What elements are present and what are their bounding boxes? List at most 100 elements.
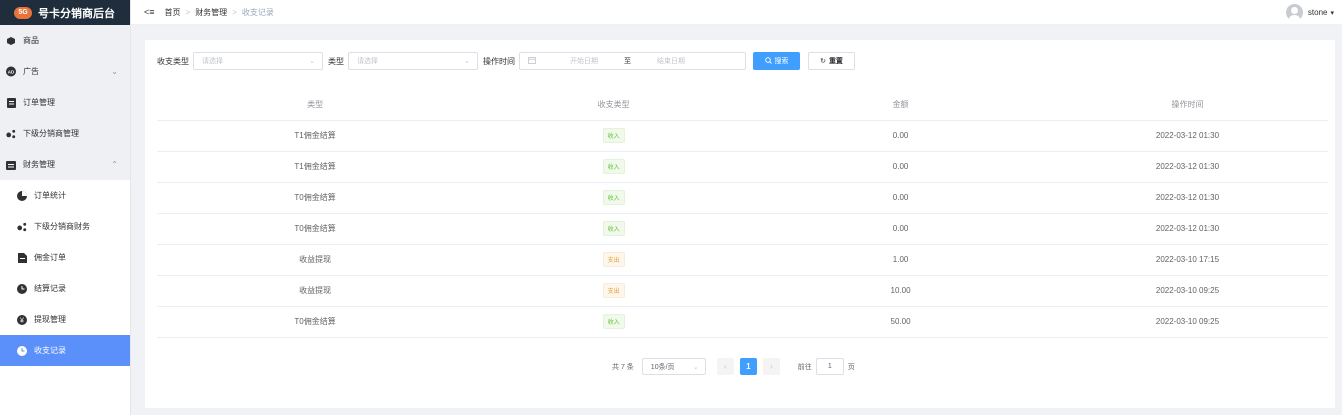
io-type-select[interactable]: 请选择 ⌄ bbox=[193, 52, 323, 70]
sidebar: 5G 号卡分销商后台 商品 AD 广告 ⌄ 订单管理 下级分销商管理 财务管理 … bbox=[0, 0, 131, 415]
cell-io-type: 支出 bbox=[473, 275, 755, 307]
end-date-input[interactable]: 结束日期 bbox=[641, 56, 701, 66]
io-type-tag: 收入 bbox=[602, 221, 625, 236]
chevron-up-icon: ⌃ bbox=[111, 160, 118, 169]
chevron-down-icon: ⌄ bbox=[111, 67, 118, 76]
total-count: 共 7 条 bbox=[612, 363, 634, 371]
cell-io-type: 收入 bbox=[473, 213, 755, 245]
cell-amount: 0.00 bbox=[754, 213, 1047, 245]
calendar-icon bbox=[528, 56, 536, 66]
cell-type: T1佣金结算 bbox=[157, 151, 474, 183]
reset-button-label: 重置 bbox=[828, 58, 843, 65]
filter-bar: 收支类型 请选择 ⌄ 类型 请选择 ⌄ 操作时间 开始日期 至 结束日期 搜索 … bbox=[157, 52, 855, 70]
avatar[interactable] bbox=[1285, 4, 1303, 21]
next-page-button[interactable]: › bbox=[762, 358, 780, 375]
io-type-tag: 收入 bbox=[602, 190, 625, 205]
sidebar-item-order-stats[interactable]: 订单统计 bbox=[0, 180, 130, 211]
topbar: <≡ 首页 > 财务管理 > 收支记录 stone ▾ bbox=[131, 0, 1342, 25]
cell-io-type: 收入 bbox=[473, 120, 755, 152]
cell-type: 收益提现 bbox=[157, 244, 474, 276]
sidebar-item-label: 佣金订单 bbox=[34, 253, 66, 262]
finance-icon bbox=[6, 160, 16, 170]
records-table: 类型 收支类型 金额 操作时间 T1佣金结算 收入 0.00 2022-03-12 0… bbox=[157, 90, 1328, 338]
cell-type: 收益提现 bbox=[157, 275, 474, 307]
app-title: 号卡分销商后台 bbox=[38, 7, 115, 20]
header-type: 类型 bbox=[157, 90, 474, 121]
finance-submenu: 订单统计 下级分销商财务 佣金订单 结算记录 ¥ 提现管理 收支记录 bbox=[0, 180, 130, 366]
range-separator: 至 bbox=[624, 58, 631, 65]
content-card: 收支类型 请选择 ⌄ 类型 请选择 ⌄ 操作时间 开始日期 至 结束日期 搜索 … bbox=[145, 40, 1335, 408]
cell-time: 2022-03-10 09:25 bbox=[1046, 306, 1328, 338]
breadcrumb-finance[interactable]: 财务管理 bbox=[195, 7, 227, 18]
clock-icon bbox=[17, 283, 27, 294]
sidebar-item-finance[interactable]: 财务管理 ⌃ bbox=[0, 149, 130, 180]
menu: 商品 AD 广告 ⌄ 订单管理 下级分销商管理 财务管理 ⌃ bbox=[0, 25, 130, 180]
pagination: 共 7 条 10条/页 ⌄ ‹ 1 › 前往 1 页 bbox=[612, 358, 855, 375]
breadcrumb-current: 收支记录 bbox=[241, 7, 274, 17]
ad-icon: AD bbox=[6, 66, 16, 77]
page-number-current[interactable]: 1 bbox=[739, 358, 757, 375]
page-suffix: 页 bbox=[847, 363, 855, 371]
share-icon bbox=[6, 129, 16, 139]
cell-amount: 0.00 bbox=[754, 182, 1047, 214]
cell-time: 2022-03-10 17:15 bbox=[1046, 244, 1328, 276]
table-row: 收益提现 支出 1.00 2022-03-10 17:15 bbox=[157, 244, 1328, 276]
goto-page-input[interactable]: 1 bbox=[815, 358, 844, 375]
cell-time: 2022-03-12 01:30 bbox=[1046, 213, 1328, 245]
cell-amount: 0.00 bbox=[754, 151, 1047, 183]
page-size-select[interactable]: 10条/页 ⌄ bbox=[641, 358, 706, 375]
sidebar-item-goods[interactable]: 商品 bbox=[0, 25, 130, 56]
table-row: T0佣金结算 收入 50.00 2022-03-10 09:25 bbox=[157, 306, 1328, 338]
breadcrumb-home[interactable]: 首页 bbox=[165, 7, 181, 18]
pie-chart-icon bbox=[17, 190, 27, 201]
prev-page-button[interactable]: ‹ bbox=[716, 358, 734, 375]
sidebar-item-sub-finance[interactable]: 下级分销商财务 bbox=[0, 211, 130, 242]
select-placeholder: 请选择 bbox=[202, 58, 223, 65]
sidebar-item-settlement[interactable]: 结算记录 bbox=[0, 273, 130, 304]
sidebar-item-distributors[interactable]: 下级分销商管理 bbox=[0, 118, 130, 149]
sidebar-item-label: 订单统计 bbox=[34, 191, 66, 200]
sidebar-item-label: 广告 bbox=[23, 67, 39, 76]
sidebar-item-label: 订单管理 bbox=[23, 98, 55, 107]
cell-amount: 1.00 bbox=[754, 244, 1047, 276]
kind-select[interactable]: 请选择 ⌄ bbox=[348, 52, 478, 70]
sidebar-item-orders[interactable]: 订单管理 bbox=[0, 87, 130, 118]
sidebar-item-label: 收支记录 bbox=[34, 346, 66, 355]
search-icon bbox=[764, 56, 772, 66]
sidebar-item-ad[interactable]: AD 广告 ⌄ bbox=[0, 56, 130, 87]
sidebar-item-label: 财务管理 bbox=[23, 160, 55, 169]
io-type-tag: 收入 bbox=[602, 128, 625, 143]
sidebar-item-label: 提现管理 bbox=[34, 315, 66, 324]
share-icon bbox=[17, 222, 27, 232]
sidebar-item-label: 下级分销商管理 bbox=[23, 129, 79, 138]
cell-time: 2022-03-12 01:30 bbox=[1046, 182, 1328, 214]
cell-type: T0佣金结算 bbox=[157, 213, 474, 245]
svg-text:¥: ¥ bbox=[20, 317, 24, 324]
chevron-down-icon: ⌄ bbox=[309, 58, 315, 65]
user-menu[interactable]: stone ▾ bbox=[1285, 0, 1334, 25]
refresh-icon: ↻ bbox=[820, 58, 826, 65]
username[interactable]: stone bbox=[1308, 8, 1328, 17]
filter-type-label: 收支类型 bbox=[157, 56, 189, 66]
chevron-right-icon: › bbox=[769, 362, 773, 371]
io-type-tag: 收入 bbox=[602, 314, 625, 329]
chevron-left-icon: ‹ bbox=[723, 362, 727, 371]
sidebar-toggle-icon[interactable]: <≡ bbox=[144, 7, 155, 17]
svg-text:AD: AD bbox=[8, 69, 15, 74]
table-row: T0佣金结算 收入 0.00 2022-03-12 01:30 bbox=[157, 213, 1328, 245]
sidebar-item-withdraw[interactable]: ¥ 提现管理 bbox=[0, 304, 130, 335]
select-placeholder: 请选择 bbox=[357, 58, 378, 65]
header-time: 操作时间 bbox=[1046, 90, 1328, 121]
logo[interactable]: 5G 号卡分销商后台 bbox=[0, 0, 130, 25]
caret-down-icon[interactable]: ▾ bbox=[1330, 9, 1334, 17]
chevron-down-icon: ⌄ bbox=[692, 363, 699, 371]
sidebar-item-income-records[interactable]: 收支记录 bbox=[0, 335, 130, 366]
start-date-input[interactable]: 开始日期 bbox=[554, 56, 614, 66]
date-range-picker[interactable]: 开始日期 至 结束日期 bbox=[519, 52, 746, 70]
cell-amount: 0.00 bbox=[754, 120, 1047, 152]
search-button[interactable]: 搜索 bbox=[753, 52, 800, 70]
cell-io-type: 收入 bbox=[473, 182, 755, 214]
header-io-type: 收支类型 bbox=[473, 90, 755, 121]
reset-button[interactable]: ↻ 重置 bbox=[808, 52, 855, 70]
sidebar-item-commission[interactable]: 佣金订单 bbox=[0, 242, 130, 273]
